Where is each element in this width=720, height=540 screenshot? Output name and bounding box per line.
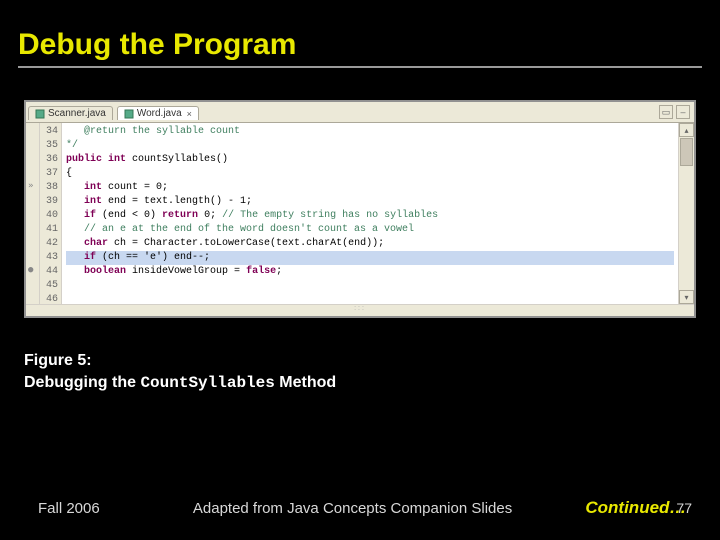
- page-number: 77: [676, 500, 692, 516]
- close-icon[interactable]: ×: [187, 109, 192, 119]
- title-underline: [18, 66, 702, 68]
- tab-scanner[interactable]: Scanner.java: [28, 106, 113, 120]
- tab-label: Scanner.java: [48, 108, 106, 119]
- figure-caption: Figure 5: Debugging the CountSyllables M…: [24, 350, 720, 394]
- caption-line2: Debugging the CountSyllables Method: [24, 372, 720, 395]
- scroll-down-icon[interactable]: ▾: [679, 290, 694, 304]
- scroll-up-icon[interactable]: ▴: [679, 123, 694, 137]
- scrollbar-thumb[interactable]: [680, 138, 693, 166]
- editor-toolbar: ▭ –: [659, 105, 690, 119]
- editor-tabs: Scanner.java Word.java × ▭ –: [26, 102, 694, 122]
- ide-screenshot: Scanner.java Word.java × ▭ – »● 34353637…: [24, 100, 696, 318]
- minimize-icon[interactable]: –: [676, 105, 690, 119]
- footer-term: Fall 2006: [38, 500, 100, 517]
- code-content: @return the syllable count*/public int c…: [62, 123, 678, 304]
- scrollbar-track[interactable]: [679, 167, 694, 290]
- slide-footer: Fall 2006 Adapted from Java Concepts Com…: [0, 498, 720, 518]
- slide-title: Debug the Program: [18, 28, 702, 62]
- java-file-icon: [124, 109, 134, 119]
- line-number-gutter: 34353637383940414243444546: [40, 123, 62, 304]
- vertical-scrollbar[interactable]: ▴ ▾: [678, 123, 694, 304]
- code-editor: »● 34353637383940414243444546 @return th…: [26, 122, 694, 304]
- sash-grip[interactable]: :::: [26, 304, 694, 316]
- tab-label: Word.java: [137, 108, 182, 119]
- caption-line1: Figure 5:: [24, 350, 720, 372]
- footer-continued: Continued…77: [585, 498, 692, 518]
- tab-word[interactable]: Word.java ×: [117, 106, 199, 120]
- java-file-icon: [35, 109, 45, 119]
- footer-attribution: Adapted from Java Concepts Companion Sli…: [100, 500, 586, 517]
- maximize-icon[interactable]: ▭: [659, 105, 673, 119]
- marker-gutter: »●: [26, 123, 40, 304]
